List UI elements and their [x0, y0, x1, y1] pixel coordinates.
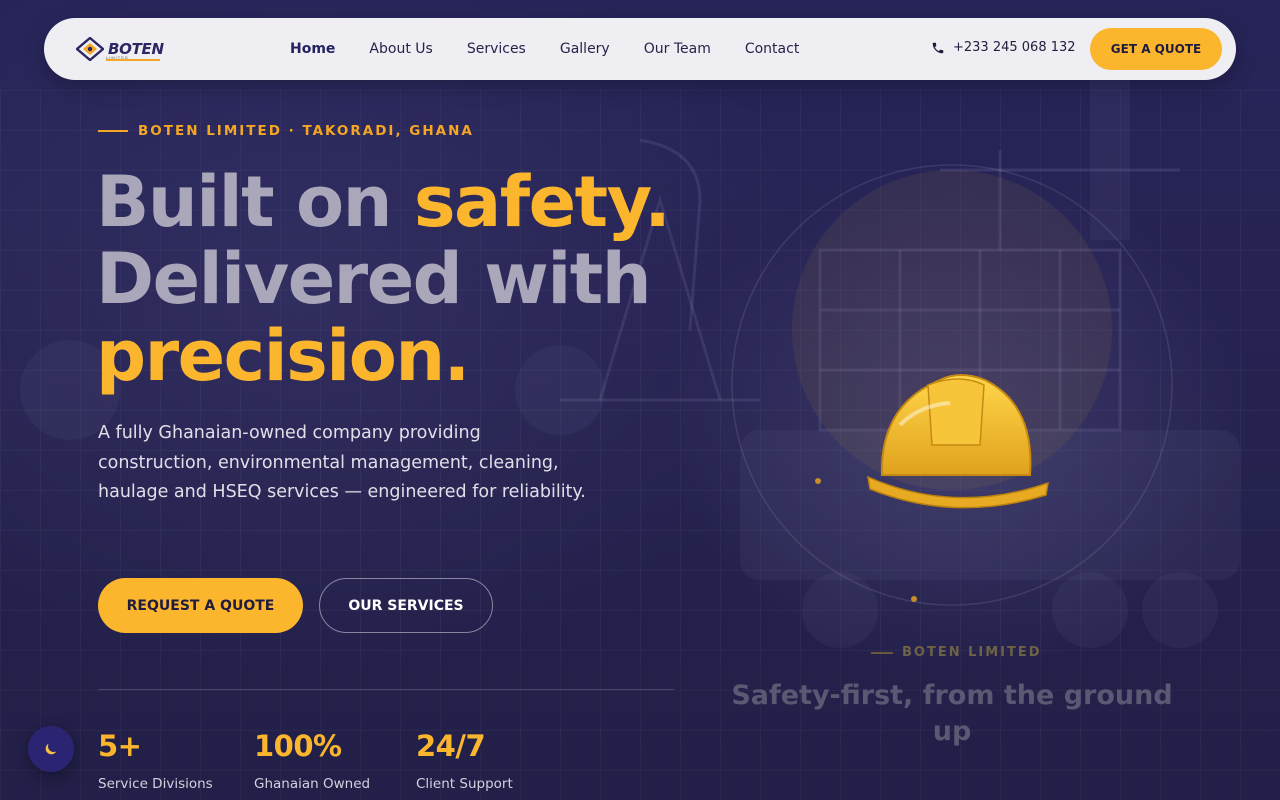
request-a-quote-button[interactable]: REQUEST A QUOTE [98, 578, 303, 633]
our-services-button[interactable]: OUR SERVICES [319, 578, 493, 633]
logo-underline [106, 59, 160, 61]
visual-eyebrow-text: BOTEN LIMITED [902, 645, 1042, 660]
phone-icon [932, 42, 944, 53]
stat-label: Client Support [416, 776, 513, 792]
stat-value: 24/7 [416, 729, 486, 763]
headline-line3-accent: precision. [96, 315, 470, 397]
hero-eyebrow: BOTEN LIMITED · TAKORADI, GHANA [98, 123, 474, 139]
nav-link-about-us[interactable]: About Us [369, 41, 432, 57]
visual-eyebrow-line [871, 651, 893, 654]
top-navbar: BOTEN LIMITED Home About Us Services Gal… [44, 18, 1236, 80]
stat-service-divisions: 5+ Service Divisions [98, 728, 213, 792]
nav-link-services[interactable]: Services [467, 41, 526, 57]
hero-headline: Built on safety. Delivered with precisio… [96, 164, 716, 395]
stat-label: Ghanaian Owned [254, 776, 371, 792]
nav-link-contact[interactable]: Contact [745, 41, 799, 57]
headline-line2: Delivered with [96, 238, 652, 320]
logo-mark-icon [76, 37, 104, 61]
hard-hat-icon [867, 374, 1049, 509]
moon-icon [45, 743, 57, 755]
stat-client-support: 24/7 Client Support [416, 728, 513, 792]
phone-contact[interactable]: +233 245 068 132 [931, 40, 1076, 55]
get-a-quote-button[interactable]: GET A QUOTE [1090, 28, 1222, 70]
stat-value: 5+ [98, 729, 142, 763]
phone-number: +233 245 068 132 [953, 40, 1076, 55]
eyebrow-line [98, 130, 128, 132]
eyebrow-text: BOTEN LIMITED · TAKORADI, GHANA [138, 123, 474, 139]
stat-label: Service Divisions [98, 776, 213, 792]
headline-line1-accent: safety. [413, 161, 671, 243]
brand-logo[interactable]: BOTEN LIMITED [76, 36, 166, 62]
visual-title: Safety-first, from the ground up [731, 680, 1173, 747]
nav-link-gallery[interactable]: Gallery [560, 41, 610, 57]
nav-link-home[interactable]: Home [290, 41, 335, 57]
headline-line1-plain: Built on [96, 161, 414, 243]
stat-ghanaian-owned: 100% Ghanaian Owned [254, 728, 370, 792]
main-menu: Home About Us Services Gallery Our Team … [290, 18, 833, 80]
visual-eyebrow: BOTEN LIMITED [871, 645, 1042, 660]
nav-link-our-team[interactable]: Our Team [644, 41, 711, 57]
theme-toggle-button[interactable] [28, 726, 74, 772]
stat-value: 100% [254, 729, 342, 763]
stats-divider [98, 689, 674, 690]
hero-description: A fully Ghanaian-owned company providing… [98, 423, 586, 502]
